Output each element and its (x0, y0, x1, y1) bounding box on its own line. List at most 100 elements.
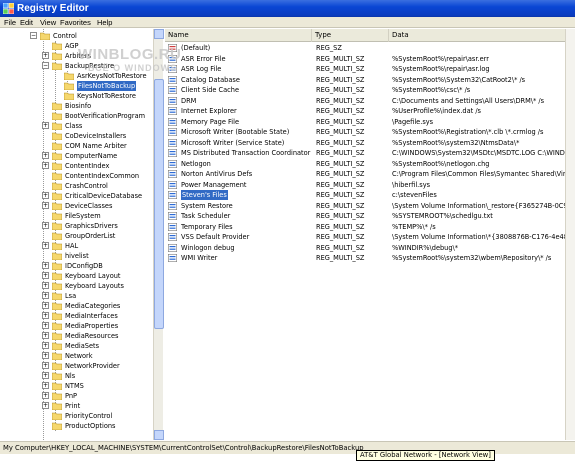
value-row[interactable]: Client Side Cache REG_MULTI_SZ %SystemRoot… (165, 85, 575, 96)
expand-plus-icon[interactable]: + (42, 402, 49, 409)
value-row[interactable]: Microsoft Writer (Service State) REG_MULT… (165, 138, 575, 149)
expand-plus-icon[interactable]: + (42, 242, 49, 249)
tree-item[interactable]: + MediaResources (0, 331, 153, 341)
tree-item[interactable]: + PnP (0, 391, 153, 401)
value-row[interactable]: Catalog Database REG_MULTI_SZ %SystemRoot%… (165, 75, 575, 86)
tree-item[interactable]: FileSystem (0, 211, 153, 221)
tree-item[interactable]: ProductOptions (0, 421, 153, 431)
tree-item[interactable]: GroupOrderList (0, 231, 153, 241)
tree-item[interactable]: + NetworkProvider (0, 361, 153, 371)
value-row[interactable]: Norton AntiVirus Defs REG_MULTI_SZ C:\Prog… (165, 169, 575, 180)
expand-plus-icon[interactable]: + (42, 52, 49, 59)
tree-item[interactable]: + Print (0, 401, 153, 411)
tree-scroll-thumb[interactable] (154, 79, 164, 329)
expand-plus-icon[interactable]: + (42, 192, 49, 199)
menu-help[interactable]: Help (97, 17, 112, 28)
tree-item[interactable]: + ContentIndex (0, 161, 153, 171)
value-row[interactable]: Temporary Files REG_MULTI_SZ %TEMP%\* /s (165, 222, 575, 233)
menu-view[interactable]: View (40, 17, 56, 28)
expand-plus-icon[interactable]: + (42, 272, 49, 279)
expand-plus-icon[interactable]: + (42, 202, 49, 209)
tree-item[interactable]: hivelist (0, 251, 153, 261)
tree-item[interactable]: + ComputerName (0, 151, 153, 161)
tree-item[interactable]: + Keyboard Layouts (0, 281, 153, 291)
tree-item[interactable]: Biosinfo (0, 101, 153, 111)
tree-item[interactable]: + CriticalDeviceDatabase (0, 191, 153, 201)
value-row[interactable]: WMI Writer REG_MULTI_SZ %SystemRoot%\syste… (165, 253, 575, 264)
title-bar[interactable]: Registry Editor (0, 0, 575, 17)
tree-item[interactable]: KeysNotToRestore (0, 91, 153, 101)
value-row[interactable]: VSS Default Provider REG_MULTI_SZ \System … (165, 232, 575, 243)
value-row[interactable]: DRM REG_MULTI_SZ C:\Documents and Settings… (165, 96, 575, 107)
menu-favorites[interactable]: Favorites (60, 17, 91, 28)
expand-plus-icon[interactable]: + (42, 292, 49, 299)
expand-plus-icon[interactable]: + (42, 262, 49, 269)
tree-item[interactable]: + Class (0, 121, 153, 131)
tree-item[interactable]: ContentIndexCommon (0, 171, 153, 181)
expand-plus-icon[interactable]: + (42, 122, 49, 129)
expand-plus-icon[interactable]: + (42, 332, 49, 339)
expand-plus-icon[interactable]: + (42, 352, 49, 359)
value-row[interactable]: Microsoft Writer (Bootable State) REG_MUL… (165, 127, 575, 138)
value-row[interactable]: Internet Explorer REG_MULTI_SZ %UserProfil… (165, 106, 575, 117)
value-data: \hiberfil.sys (392, 180, 431, 189)
tree-item[interactable]: + HAL (0, 241, 153, 251)
values-list-pane[interactable]: Name Type Data (Default) REG_SZ ASR Error … (165, 29, 575, 440)
value-row[interactable]: Steven's Files REG_MULTI_SZ c:\stevenFiles (165, 190, 575, 201)
tree-item[interactable]: + MediaInterfaces (0, 311, 153, 321)
value-row[interactable]: Memory Page File REG_MULTI_SZ \Pagefile.sy… (165, 117, 575, 128)
column-header-type[interactable]: Type (312, 29, 389, 42)
column-header-data[interactable]: Data (389, 29, 575, 42)
value-row[interactable]: Task Scheduler REG_MULTI_SZ %SYSTEMROOT%\s… (165, 211, 575, 222)
expand-plus-icon[interactable]: + (42, 312, 49, 319)
expand-plus-icon[interactable]: + (42, 282, 49, 289)
tree-item[interactable]: + MediaProperties (0, 321, 153, 331)
tree-item[interactable]: + MediaCategories (0, 301, 153, 311)
menu-edit[interactable]: Edit (20, 17, 33, 28)
tree-item[interactable]: + Keyboard Layout (0, 271, 153, 281)
column-header-name[interactable]: Name (165, 29, 312, 42)
expand-plus-icon[interactable]: + (42, 222, 49, 229)
expand-plus-icon[interactable]: + (42, 372, 49, 379)
tree-scroll-up-button[interactable] (154, 29, 164, 39)
value-row[interactable]: System Restore REG_MULTI_SZ \System Volume… (165, 201, 575, 212)
tree-item[interactable]: + GraphicsDrivers (0, 221, 153, 231)
tree-scroll-down-button[interactable] (154, 430, 164, 440)
tree-item[interactable]: CoDeviceInstallers (0, 131, 153, 141)
value-row[interactable]: ASR Error File REG_MULTI_SZ %SystemRoot%\r… (165, 54, 575, 65)
tree-item[interactable]: + NTMS (0, 381, 153, 391)
expand-plus-icon[interactable]: + (42, 382, 49, 389)
menu-file[interactable]: File (4, 17, 16, 28)
value-row[interactable]: MS Distributed Transaction Coordinator RE… (165, 148, 575, 159)
tree-item[interactable]: + Nls (0, 371, 153, 381)
tree-item[interactable]: CrashControl (0, 181, 153, 191)
tree-scrollbar[interactable] (153, 29, 164, 440)
tree-item[interactable]: BootVerificationProgram (0, 111, 153, 121)
tree-item[interactable]: + MediaSets (0, 341, 153, 351)
expand-plus-icon[interactable]: + (42, 162, 49, 169)
expand-plus-icon[interactable]: + (42, 322, 49, 329)
tree-item[interactable]: COM Name Arbiter (0, 141, 153, 151)
tree-item[interactable]: − Control (0, 31, 153, 41)
tree-item[interactable]: + IDConfigDB (0, 261, 153, 271)
value-row[interactable]: Power Management REG_MULTI_SZ \hiberfil.sy… (165, 180, 575, 191)
expand-plus-icon[interactable]: + (42, 302, 49, 309)
value-row[interactable]: (Default) REG_SZ (165, 43, 575, 54)
value-row[interactable]: ASR Log File REG_MULTI_SZ %SystemRoot%\rep… (165, 64, 575, 75)
expand-plus-icon[interactable]: + (42, 152, 49, 159)
list-scrollbar[interactable] (565, 29, 575, 440)
tree-item[interactable]: PriorityControl (0, 411, 153, 421)
expand-plus-icon[interactable]: + (42, 362, 49, 369)
tree-item[interactable]: + Lsa (0, 291, 153, 301)
expand-plus-icon[interactable]: + (42, 392, 49, 399)
value-row[interactable]: Winlogon debug REG_MULTI_SZ %WINDIR%\debug… (165, 243, 575, 254)
key-tree-pane[interactable]: − Control AGP + Arbiters − BackupRestore AsrKey… (0, 29, 163, 440)
tree-item[interactable]: + DeviceClasses (0, 201, 153, 211)
tree-item[interactable]: + Network (0, 351, 153, 361)
collapse-minus-icon[interactable]: − (42, 62, 49, 69)
collapse-minus-icon[interactable]: − (30, 32, 37, 39)
value-row[interactable]: Netlogon REG_MULTI_SZ %SystemRoot%\netlogo… (165, 159, 575, 170)
tree-item-label: ContentIndex (65, 162, 110, 170)
expand-plus-icon[interactable]: + (42, 342, 49, 349)
tree-item[interactable]: FilesNotToBackup (0, 81, 153, 91)
